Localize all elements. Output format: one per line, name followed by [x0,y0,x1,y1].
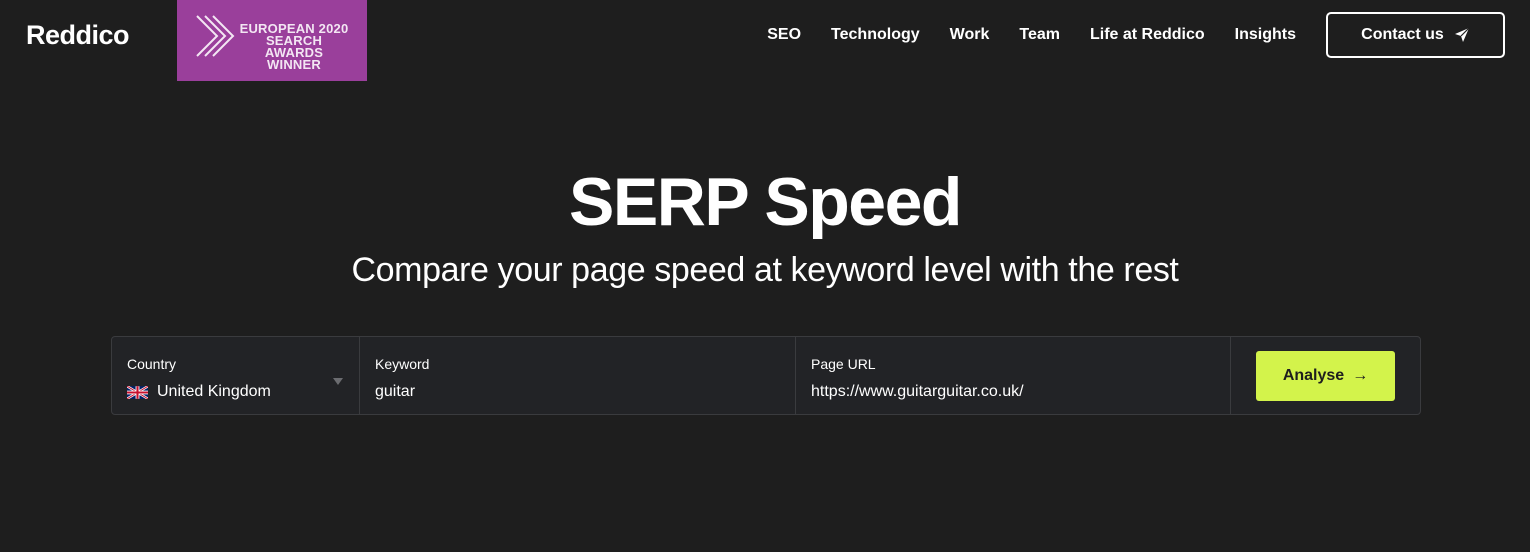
page-title: SERP Speed [569,164,962,240]
nav-item-life[interactable]: Life at Reddico [1090,24,1205,46]
award-badge: EUROPEAN 2020 SEARCH AWARDS WINNER [177,0,367,81]
page: Reddico EUROPEAN 2020 SEARCH AWARDS WINN… [0,0,1530,552]
page-url-field: Page URL [796,337,1231,414]
keyword-label: Keyword [375,356,430,372]
analyse-button-label: Analyse [1282,367,1345,384]
country-value-text: United Kingdom [157,383,271,400]
arrow-right-icon: → [1352,367,1369,384]
country-label: Country [127,356,177,372]
uk-flag-icon [127,385,148,399]
nav-item-insights[interactable]: Insights [1235,24,1296,46]
paper-plane-icon [1454,27,1470,42]
award-line-3: WINNER [267,57,321,72]
page-url-input[interactable] [811,382,1215,402]
submit-area: Analyse → [1231,337,1420,414]
analysis-form: Country United Kingdom Keyword Page URL [111,336,1421,415]
chevrons-icon [196,15,235,57]
keyword-field: Keyword [360,337,796,414]
reddico-logo[interactable]: Reddico [26,17,130,53]
country-select[interactable]: Country United Kingdom [112,337,360,414]
nav-item-work[interactable]: Work [950,24,990,46]
contact-button-label: Contact us [1361,26,1444,43]
page-subtitle: Compare your page speed at keyword level… [351,251,1179,289]
keyword-input[interactable] [375,382,780,402]
award-line-2: SEARCH AWARDS [264,33,324,60]
nav-item-seo[interactable]: SEO [767,24,801,46]
country-value[interactable]: United Kingdom [127,382,344,402]
award-text: EUROPEAN 2020 SEARCH AWARDS WINNER [238,22,350,72]
analyse-button[interactable]: Analyse → [1256,351,1395,401]
contact-button[interactable]: Contact us [1326,12,1505,58]
nav-item-technology[interactable]: Technology [831,24,920,46]
nav-item-team[interactable]: Team [1019,24,1060,46]
chevron-down-icon[interactable] [333,378,343,385]
main-nav: SEO Technology Work Team Life at Reddico… [767,24,1296,46]
page-url-label: Page URL [811,356,876,372]
